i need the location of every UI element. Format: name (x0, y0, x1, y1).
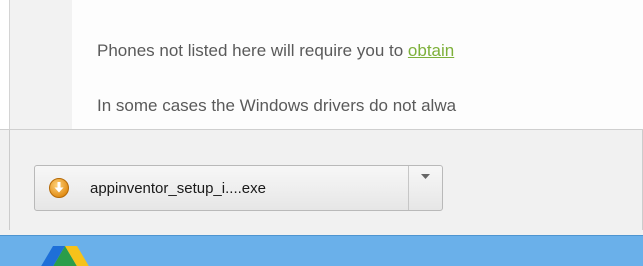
download-warning-icon (48, 177, 70, 199)
screen: Phones not listed here will require you … (0, 0, 643, 266)
download-menu-button[interactable] (409, 166, 442, 210)
taskbar (0, 235, 643, 266)
download-item-open-button[interactable]: appinventor_setup_i....exe (35, 166, 409, 210)
download-item[interactable]: appinventor_setup_i....exe (34, 165, 443, 211)
paragraph-phones-not-listed: Phones not listed here will require you … (97, 41, 454, 61)
chevron-down-icon (421, 174, 430, 180)
obtain-link[interactable]: obtain (408, 41, 454, 60)
google-drive-icon[interactable] (40, 246, 90, 266)
paragraph-text: Phones not listed here will require you … (97, 41, 408, 60)
paragraph-windows-drivers: In some cases the Windows drivers do not… (97, 96, 457, 115)
download-filename: appinventor_setup_i....exe (90, 179, 266, 197)
